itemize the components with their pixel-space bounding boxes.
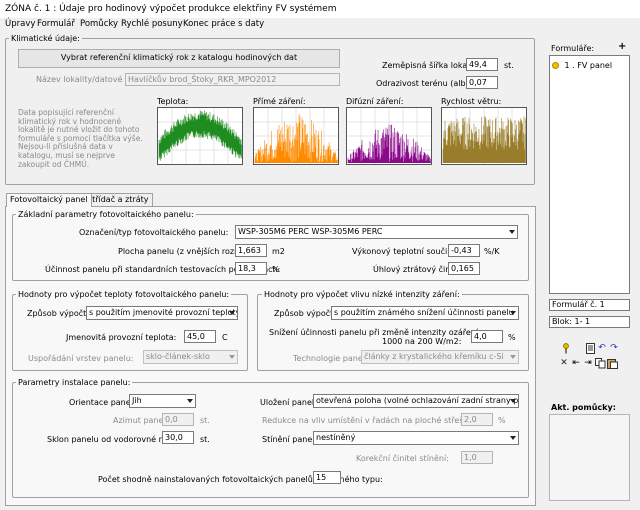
shading-corr-input: 1,0: [461, 451, 493, 464]
azimuth-unit: st.: [200, 416, 210, 425]
menu-bar: Úpravy Formulář Pomůcky Rychlé posuny Ko…: [0, 18, 640, 32]
add-form-icon[interactable]: +: [618, 42, 626, 52]
chart-series: [347, 124, 431, 163]
diffuse-radiation-chart: [346, 107, 432, 165]
redo-icon[interactable]: ↷: [608, 342, 620, 354]
aids-title: Akt. pomůcky:: [551, 403, 616, 412]
temperature-chart: [157, 107, 243, 165]
chart-direct-label: Přímé záření:: [253, 97, 306, 106]
chart-series: [442, 116, 526, 163]
chevron-down-icon: [510, 399, 516, 403]
form-number-field: Formulář č. 1: [549, 299, 630, 311]
undo-icon[interactable]: ↶: [596, 342, 608, 354]
chart-diffuse-label: Difúzní záření:: [346, 97, 404, 106]
chart-temp-label: Teplota:: [157, 97, 189, 106]
orientation-select[interactable]: Jih: [129, 394, 196, 408]
row-reduction-input: 2,0: [461, 413, 493, 426]
orientation-value: Jih: [132, 396, 142, 405]
temp-calc-title: Hodnoty pro výpočet teploty fotovoltaick…: [16, 290, 232, 299]
location-field: Havlíčkův brod_Štoky_RKR_MPO2012: [125, 73, 340, 86]
layers-label: Uspořádání vrstev panelu:: [28, 354, 134, 363]
chevron-down-icon: [510, 355, 516, 359]
chevron-down-icon: [510, 436, 516, 440]
temp-coef-input[interactable]: -0,43: [448, 244, 480, 257]
install-title: Parametry instalace panelu:: [16, 378, 133, 387]
select-climate-year-button[interactable]: Vybrat referenční klimatický rok z katal…: [18, 49, 340, 68]
placement-value: otevřená poloha (volné ochlazování zadní…: [316, 396, 519, 405]
irr-method-value: s použitím známého snížení účinnosti pan…: [334, 308, 514, 317]
albedo-input[interactable]: 0,07: [466, 76, 498, 89]
placement-select[interactable]: otevřená poloha (volné ochlazování zadní…: [313, 394, 519, 408]
panel-eff-input[interactable]: 18,3: [235, 262, 267, 275]
paste-icon[interactable]: [606, 357, 618, 369]
forms-title: Formuláře:: [551, 44, 595, 53]
low-irradiance-title: Hodnoty pro výpočet vlivu nízké intenzit…: [262, 290, 462, 299]
shading-select[interactable]: nestíněný: [313, 431, 519, 445]
aids-panel: [549, 414, 630, 501]
temp-method-value: s použitím jmenovité provozní teploty: [89, 308, 238, 317]
layers-select: sklo-článek-sklo: [143, 350, 238, 364]
latitude-input[interactable]: 49,4: [466, 58, 498, 71]
layers-value: sklo-článek-sklo: [146, 352, 210, 361]
last-icon[interactable]: ⇥: [582, 357, 594, 369]
temp-method-label: Způsob výpočtu:: [27, 309, 95, 318]
panel-eff-unit: %: [272, 265, 280, 274]
tilt-unit: st.: [200, 435, 210, 444]
climate-info-text: Data popisující referenční klimatický ro…: [18, 108, 143, 169]
reduction-label-2: 1000 na 200 W/m2:: [382, 337, 462, 346]
menu-formular[interactable]: Formulář: [37, 19, 75, 29]
window-title: ZÓNA č. 1 : Údaje pro hodinový výpočet p…: [0, 0, 640, 18]
document-icon[interactable]: [584, 342, 596, 354]
form-item-label: 1 . FV panel: [564, 61, 613, 70]
copy-icon[interactable]: [594, 357, 606, 369]
delete-icon[interactable]: ✕: [558, 357, 570, 369]
block-field: Blok: 1- 1: [549, 316, 630, 328]
menu-upravy[interactable]: Úpravy: [5, 19, 35, 29]
row-reduction-unit: %: [498, 416, 506, 425]
nominal-temp-unit: C: [222, 333, 228, 342]
form-list-item[interactable]: 1 . FV panel: [552, 61, 612, 71]
chevron-down-icon: [187, 399, 193, 403]
panel-type-select[interactable]: WSP-305M6 PERC WSP-305M6 PERC: [235, 225, 518, 239]
tab-fv-panel[interactable]: Fotovoltaický panel: [6, 193, 92, 207]
azimuth-input: 0,0: [162, 413, 194, 426]
angle-loss-input[interactable]: 0,165: [448, 262, 480, 275]
shading-value: nestíněný: [316, 433, 356, 442]
chevron-down-icon: [229, 311, 235, 315]
menu-rychle-posuny[interactable]: Rychlé posuny: [121, 19, 183, 29]
chevron-down-icon: [510, 311, 516, 315]
reduction-input[interactable]: 4,0: [471, 330, 503, 343]
menu-konec[interactable]: Konec práce s daty: [183, 19, 264, 29]
direct-radiation-chart: [253, 107, 339, 165]
tech-select: články z krystalického křemíku c-Si: [361, 350, 519, 364]
latitude-unit: st.: [504, 61, 514, 70]
panel-type-label: Označení/typ fotovoltaického panelu:: [79, 228, 229, 237]
menu-pomucky[interactable]: Pomůcky: [80, 19, 118, 29]
climate-group-title: Klimatické údaje:: [9, 34, 82, 43]
panel-area-unit: m2: [272, 247, 285, 256]
tech-value: články z krystalického křemíku c-Si: [364, 352, 504, 361]
tab-stridac[interactable]: Střídač a ztráty: [83, 193, 153, 206]
form-bullet-icon: [552, 62, 559, 69]
row-reduction-label: Redukce na vliv umístění v řadách na plo…: [262, 416, 472, 425]
reduction-unit: %: [508, 333, 516, 342]
shading-corr-label: Korekční činitel stínění:: [356, 454, 449, 463]
wind-speed-chart: [441, 107, 527, 165]
nominal-temp-label: Jmenovitá provozní teplota:: [66, 333, 177, 342]
forms-list: 1 . FV panel: [549, 55, 630, 294]
panel-area-input[interactable]: 1,663: [235, 244, 267, 257]
irr-method-select[interactable]: s použitím známého snížení účinnosti pan…: [331, 306, 519, 320]
chevron-down-icon: [509, 230, 515, 234]
panel-type-value: WSP-305M6 PERC WSP-305M6 PERC: [238, 227, 383, 236]
help-key-icon[interactable]: [560, 342, 572, 354]
temp-coef-unit: %/K: [484, 247, 500, 256]
chevron-down-icon: [229, 355, 235, 359]
temp-method-select[interactable]: s použitím jmenovité provozní teploty: [86, 306, 238, 320]
tilt-input[interactable]: 30,0: [162, 431, 194, 444]
panel-params-title: Základní parametry fotovoltaického panel…: [16, 210, 196, 219]
first-icon[interactable]: ⇤: [570, 357, 582, 369]
chart-wind-label: Rychlost větru:: [441, 97, 502, 106]
nominal-temp-input[interactable]: 45,0: [184, 330, 216, 343]
panel-count-input[interactable]: 15: [313, 471, 341, 484]
